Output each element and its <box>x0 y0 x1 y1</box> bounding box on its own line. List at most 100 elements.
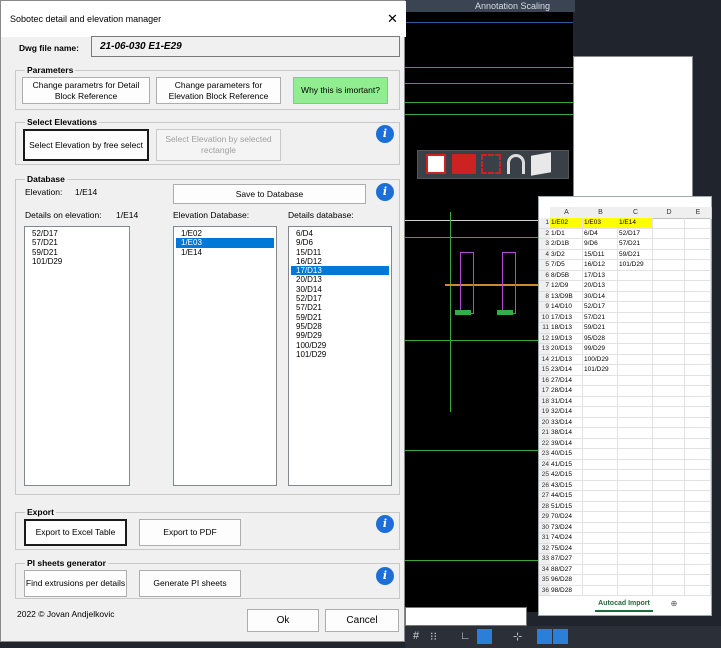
grid-icon[interactable]: # <box>413 630 419 642</box>
sheet-cell[interactable]: 33/D14 <box>550 417 583 428</box>
sheet-cell[interactable] <box>653 417 685 428</box>
sheet-cell[interactable] <box>583 585 618 596</box>
list-item[interactable]: 57/D21 <box>291 303 389 312</box>
row-number[interactable]: 15 <box>539 365 550 376</box>
row-number[interactable]: 12 <box>539 333 550 344</box>
info-icon[interactable]: i <box>376 567 394 585</box>
sheet-cell[interactable]: 44/D15 <box>550 491 583 502</box>
sheet-cell[interactable] <box>653 365 685 376</box>
select-rectangle-button[interactable]: Select Elevation by selected rectangle <box>156 129 281 161</box>
sheet-cell[interactable]: 14/D10 <box>550 302 583 313</box>
sheet-tab-autocad-import[interactable]: Autocad Import <box>595 598 653 612</box>
sheet-cell[interactable] <box>583 459 618 470</box>
magnet-icon[interactable] <box>507 154 525 174</box>
sheet-cell[interactable] <box>653 564 685 575</box>
sheet-cell[interactable] <box>618 302 653 313</box>
sheet-cell[interactable]: 1/E03 <box>583 218 618 229</box>
sheet-cell[interactable] <box>653 239 685 250</box>
sheet-cell[interactable] <box>653 218 685 229</box>
sheet-cell[interactable]: 57/D21 <box>583 312 618 323</box>
details-database-list[interactable]: 6/D4 9/D6 15/D11 16/D12 17/D13 20/D13 30/D14 52… <box>288 226 392 486</box>
command-line[interactable] <box>405 607 527 626</box>
sheet-cell[interactable]: 8/D5B <box>550 270 583 281</box>
row-number[interactable]: 5 <box>539 260 550 271</box>
rectangle-icon[interactable] <box>553 629 568 644</box>
sheet-cell[interactable] <box>583 575 618 586</box>
sheet-cell[interactable] <box>583 375 618 386</box>
sheet-cell[interactable]: 32/D14 <box>550 407 583 418</box>
list-item[interactable]: 6/D4 <box>291 229 389 238</box>
sheet-cell[interactable]: 98/D28 <box>550 585 583 596</box>
sheet-cell[interactable] <box>618 554 653 565</box>
list-item[interactable]: 16/D12 <box>291 257 389 266</box>
sheet-cell[interactable] <box>618 417 653 428</box>
list-item[interactable]: 59/D21 <box>291 313 389 322</box>
sheet-cell[interactable] <box>653 407 685 418</box>
sheet-cell[interactable]: 23/D14 <box>550 365 583 376</box>
sheet-cell[interactable] <box>618 480 653 491</box>
sheet-cell[interactable] <box>618 459 653 470</box>
row-number[interactable]: 18 <box>539 396 550 407</box>
sheet-cell[interactable] <box>685 396 711 407</box>
sheet-cell[interactable] <box>618 564 653 575</box>
sheet-cell[interactable] <box>653 375 685 386</box>
sheet-cell[interactable] <box>653 281 685 292</box>
sheet-cell[interactable] <box>685 522 711 533</box>
select-free-button[interactable]: Select Elevation by free select <box>23 129 149 161</box>
sheet-cell[interactable]: 75/D24 <box>550 543 583 554</box>
sheet-cell[interactable]: 100/D29 <box>583 354 618 365</box>
sheet-cell[interactable]: 9/D6 <box>583 239 618 250</box>
sheet-cell[interactable] <box>583 512 618 523</box>
sheet-cell[interactable]: 88/D27 <box>550 564 583 575</box>
elevation-database-list[interactable]: 1/E02 1/E03 1/E14 <box>173 226 277 486</box>
sheet-cell[interactable] <box>685 365 711 376</box>
sheet-cell[interactable] <box>653 575 685 586</box>
sheet-cell[interactable]: 17/D13 <box>550 312 583 323</box>
sheet-cell[interactable] <box>685 428 711 439</box>
row-number[interactable]: 2 <box>539 228 550 239</box>
sheet-cell[interactable] <box>685 375 711 386</box>
sheet-cell[interactable] <box>583 543 618 554</box>
sheet-cell[interactable] <box>618 281 653 292</box>
row-number[interactable]: 23 <box>539 449 550 460</box>
sheet-cell[interactable] <box>618 312 653 323</box>
sheet-cell[interactable] <box>653 249 685 260</box>
sheet-cell[interactable] <box>618 512 653 523</box>
list-item[interactable]: 17/D13 <box>291 266 389 276</box>
row-number[interactable]: 20 <box>539 417 550 428</box>
sheet-cell[interactable] <box>618 270 653 281</box>
sheet-cell[interactable] <box>653 270 685 281</box>
excel-sheet[interactable]: ABCDE 1 1/E02 1/E03 1/E14 2 1/D1 6/D4 52/D17 3 2/… <box>538 196 712 616</box>
info-icon[interactable]: i <box>376 183 394 201</box>
snap-icon[interactable]: ⁝⁝ <box>430 630 437 643</box>
block-icon[interactable] <box>426 154 446 174</box>
sheet-cell[interactable] <box>685 270 711 281</box>
sheet-cell[interactable] <box>685 386 711 397</box>
sheet-cell[interactable] <box>685 459 711 470</box>
sheet-cell[interactable] <box>618 449 653 460</box>
sheet-cell[interactable]: 28/D14 <box>550 386 583 397</box>
row-number[interactable]: 11 <box>539 323 550 334</box>
row-number[interactable]: 35 <box>539 575 550 586</box>
sheet-cell[interactable] <box>653 386 685 397</box>
row-number[interactable]: 17 <box>539 386 550 397</box>
sheet-cell[interactable] <box>583 480 618 491</box>
sheet-cell[interactable] <box>653 585 685 596</box>
sheet-cell[interactable]: 51/D15 <box>550 501 583 512</box>
row-number[interactable]: 33 <box>539 554 550 565</box>
sheet-cell[interactable]: 73/D24 <box>550 522 583 533</box>
sheet-cell[interactable] <box>653 396 685 407</box>
row-number[interactable]: 26 <box>539 480 550 491</box>
sheet-cell[interactable] <box>653 501 685 512</box>
row-number[interactable]: 4 <box>539 249 550 260</box>
sheet-cell[interactable] <box>583 449 618 460</box>
sheet-cell[interactable] <box>618 291 653 302</box>
sheet-cell[interactable]: 1/E14 <box>618 218 653 229</box>
sheet-cell[interactable]: 59/D21 <box>618 249 653 260</box>
sheet-cell[interactable]: 59/D21 <box>583 323 618 334</box>
sheet-cell[interactable] <box>653 554 685 565</box>
sheet-cell[interactable] <box>685 239 711 250</box>
sheet-cell[interactable] <box>685 344 711 355</box>
sheet-cell[interactable]: 101/D29 <box>583 365 618 376</box>
sheet-cell[interactable] <box>618 386 653 397</box>
